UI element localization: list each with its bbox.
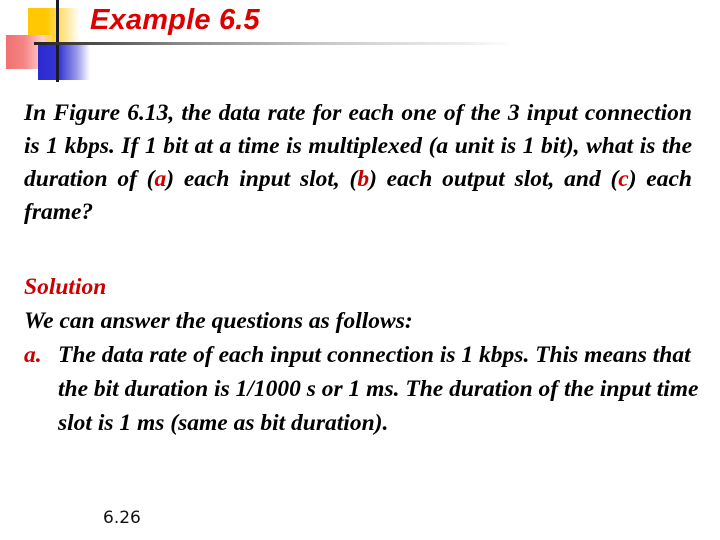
solution-section: Solution We can answer the questions as … xyxy=(24,270,704,440)
title-underline-divider xyxy=(34,42,514,45)
question-paragraph: In Figure 6.13, the data rate for each o… xyxy=(24,97,692,229)
solution-item: a. The data rate of each input connectio… xyxy=(24,338,704,440)
question-text: ) each output slot, and ( xyxy=(369,166,619,192)
question-label-a: a xyxy=(154,166,167,192)
slide-title: Example 6.5 xyxy=(90,4,260,36)
solution-heading: Solution xyxy=(24,274,107,300)
slide-logo-icon xyxy=(0,0,100,90)
solution-intro: We can answer the questions as follows: xyxy=(24,308,413,334)
solution-item-text: The data rate of each input connection i… xyxy=(58,342,699,436)
solution-item-marker: a. xyxy=(24,342,42,368)
blue-square-decoration xyxy=(38,44,90,80)
question-text: ) each input slot, ( xyxy=(166,166,358,192)
question-label-b: b xyxy=(357,166,370,192)
question-label-c: c xyxy=(618,166,629,192)
page-number: 6.26 xyxy=(103,508,141,528)
vertical-line-decoration xyxy=(56,0,59,82)
